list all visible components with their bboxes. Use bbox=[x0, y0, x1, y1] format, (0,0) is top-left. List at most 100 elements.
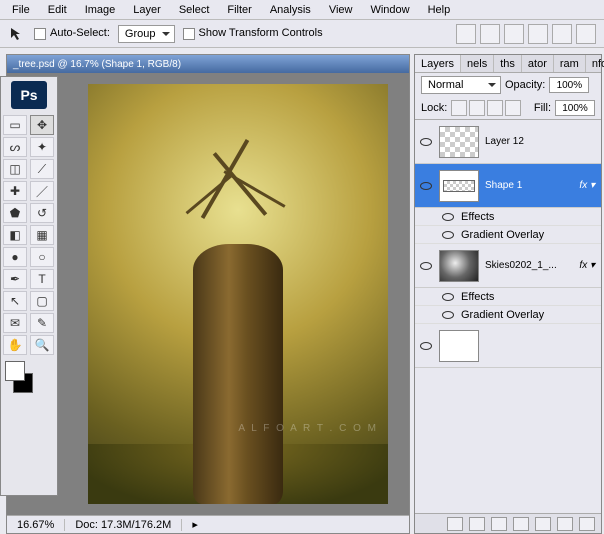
layer-mask-icon[interactable] bbox=[491, 517, 507, 531]
lock-transparency-icon[interactable] bbox=[451, 100, 467, 116]
link-layers-icon[interactable] bbox=[447, 517, 463, 531]
history-brush-tool[interactable]: ↺ bbox=[30, 203, 54, 223]
visibility-icon[interactable] bbox=[419, 259, 433, 273]
layer-row[interactable]: Skies0202_1_... fx ▾ bbox=[415, 244, 601, 288]
slice-tool[interactable]: ⟋ bbox=[30, 159, 54, 179]
crop-tool[interactable]: ◫ bbox=[3, 159, 27, 179]
tab-navigator[interactable]: ator bbox=[522, 55, 554, 72]
zoom-tool[interactable]: 🔍 bbox=[30, 335, 54, 355]
workspace: Ps ▭ ✥ ᔕ ✦ ◫ ⟋ ✚ ／ ⬟ ↺ ◧ ▦ ● ○ ✒ T ↖ ▢ ✉… bbox=[0, 48, 604, 534]
layer-name[interactable]: Shape 1 bbox=[485, 180, 573, 191]
blend-mode-dropdown[interactable]: Normal bbox=[421, 76, 501, 94]
zoom-level[interactable]: 16.67% bbox=[7, 519, 65, 531]
tree-artwork: A L F O A R T . C O M bbox=[88, 84, 388, 504]
align-top-icon[interactable] bbox=[456, 24, 476, 44]
align-hcenter-icon[interactable] bbox=[552, 24, 572, 44]
layer-row[interactable]: Layer 12 bbox=[415, 120, 601, 164]
toolbox: Ps ▭ ✥ ᔕ ✦ ◫ ⟋ ✚ ／ ⬟ ↺ ◧ ▦ ● ○ ✒ T ↖ ▢ ✉… bbox=[0, 76, 58, 496]
document-title: _tree.psd @ 16.7% (Shape 1, RGB/8) bbox=[7, 55, 409, 73]
adjustment-layer-icon[interactable] bbox=[513, 517, 529, 531]
show-transform-checkbox[interactable]: Show Transform Controls bbox=[183, 27, 323, 39]
menu-window[interactable]: Window bbox=[362, 2, 417, 18]
layer-thumb[interactable] bbox=[439, 126, 479, 158]
brush-tool[interactable]: ／ bbox=[30, 181, 54, 201]
tab-paths[interactable]: ths bbox=[494, 55, 522, 72]
menu-file[interactable]: File bbox=[4, 2, 38, 18]
auto-select-checkbox[interactable]: Auto-Select: bbox=[34, 27, 110, 39]
pen-tool[interactable]: ✒ bbox=[3, 269, 27, 289]
effect-gradient-overlay[interactable]: Gradient Overlay bbox=[415, 306, 601, 324]
type-tool[interactable]: T bbox=[30, 269, 54, 289]
tab-layers[interactable]: Layers bbox=[415, 55, 461, 72]
notes-tool[interactable]: ✉ bbox=[3, 313, 27, 333]
visibility-icon[interactable] bbox=[419, 135, 433, 149]
lock-position-icon[interactable] bbox=[487, 100, 503, 116]
fx-badge[interactable]: fx ▾ bbox=[579, 260, 597, 271]
layer-thumb[interactable] bbox=[439, 250, 479, 282]
menu-layer[interactable]: Layer bbox=[125, 2, 169, 18]
lock-pixels-icon[interactable] bbox=[469, 100, 485, 116]
panel-tabs: Layers nels ths ator ram nfo bbox=[415, 55, 601, 73]
menu-image[interactable]: Image bbox=[77, 2, 124, 18]
visibility-icon[interactable] bbox=[441, 290, 455, 304]
move-tool-icon bbox=[8, 25, 26, 43]
layer-thumb[interactable] bbox=[439, 170, 479, 202]
menu-help[interactable]: Help bbox=[420, 2, 459, 18]
hand-tool[interactable]: ✋ bbox=[3, 335, 27, 355]
gradient-tool[interactable]: ▦ bbox=[30, 225, 54, 245]
fill-label: Fill: bbox=[534, 102, 551, 114]
menu-filter[interactable]: Filter bbox=[219, 2, 259, 18]
tab-info[interactable]: nfo bbox=[586, 55, 604, 72]
align-bottom-icon[interactable] bbox=[504, 24, 524, 44]
heal-tool[interactable]: ✚ bbox=[3, 181, 27, 201]
effect-gradient-overlay[interactable]: Gradient Overlay bbox=[415, 226, 601, 244]
visibility-icon[interactable] bbox=[441, 210, 455, 224]
blur-tool[interactable]: ● bbox=[3, 247, 27, 267]
trash-icon[interactable] bbox=[579, 517, 595, 531]
menu-analysis[interactable]: Analysis bbox=[262, 2, 319, 18]
visibility-icon[interactable] bbox=[419, 339, 433, 353]
shape-tool[interactable]: ▢ bbox=[30, 291, 54, 311]
dodge-tool[interactable]: ○ bbox=[30, 247, 54, 267]
opacity-field[interactable]: 100% bbox=[549, 77, 589, 93]
menu-view[interactable]: View bbox=[321, 2, 361, 18]
fill-field[interactable]: 100% bbox=[555, 100, 595, 116]
lasso-tool[interactable]: ᔕ bbox=[3, 137, 27, 157]
visibility-icon[interactable] bbox=[441, 228, 455, 242]
color-swatches[interactable] bbox=[1, 357, 57, 397]
lock-all-icon[interactable] bbox=[505, 100, 521, 116]
layer-row[interactable] bbox=[415, 324, 601, 368]
align-vcenter-icon[interactable] bbox=[480, 24, 500, 44]
layer-name[interactable]: Skies0202_1_... bbox=[485, 260, 573, 271]
doc-size[interactable]: Doc: 17.3M/176.2M bbox=[65, 519, 182, 531]
marquee-tool[interactable]: ▭ bbox=[3, 115, 27, 135]
effects-row[interactable]: Effects bbox=[415, 288, 601, 306]
path-tool[interactable]: ↖ bbox=[3, 291, 27, 311]
canvas[interactable]: A L F O A R T . C O M bbox=[67, 73, 409, 515]
main-menu: File Edit Image Layer Select Filter Anal… bbox=[0, 0, 604, 20]
tab-channels[interactable]: nels bbox=[461, 55, 494, 72]
layer-style-icon[interactable] bbox=[469, 517, 485, 531]
stamp-tool[interactable]: ⬟ bbox=[3, 203, 27, 223]
eyedropper-tool[interactable]: ✎ bbox=[30, 313, 54, 333]
foreground-color[interactable] bbox=[5, 361, 25, 381]
layer-thumb[interactable] bbox=[439, 330, 479, 362]
move-tool[interactable]: ✥ bbox=[30, 115, 54, 135]
menu-edit[interactable]: Edit bbox=[40, 2, 75, 18]
eraser-tool[interactable]: ◧ bbox=[3, 225, 27, 245]
layer-row[interactable]: Shape 1 fx ▾ bbox=[415, 164, 601, 208]
visibility-icon[interactable] bbox=[441, 308, 455, 322]
auto-select-mode-dropdown[interactable]: Group bbox=[118, 25, 175, 43]
new-layer-icon[interactable] bbox=[557, 517, 573, 531]
group-icon[interactable] bbox=[535, 517, 551, 531]
effects-row[interactable]: Effects bbox=[415, 208, 601, 226]
fx-badge[interactable]: fx ▾ bbox=[579, 180, 597, 191]
align-left-icon[interactable] bbox=[528, 24, 548, 44]
align-right-icon[interactable] bbox=[576, 24, 596, 44]
tab-histogram[interactable]: ram bbox=[554, 55, 586, 72]
layer-name[interactable]: Layer 12 bbox=[485, 136, 597, 147]
wand-tool[interactable]: ✦ bbox=[30, 137, 54, 157]
layer-list: Layer 12 Shape 1 fx ▾ Effects Gradient O… bbox=[415, 119, 601, 368]
visibility-icon[interactable] bbox=[419, 179, 433, 193]
menu-select[interactable]: Select bbox=[171, 2, 218, 18]
